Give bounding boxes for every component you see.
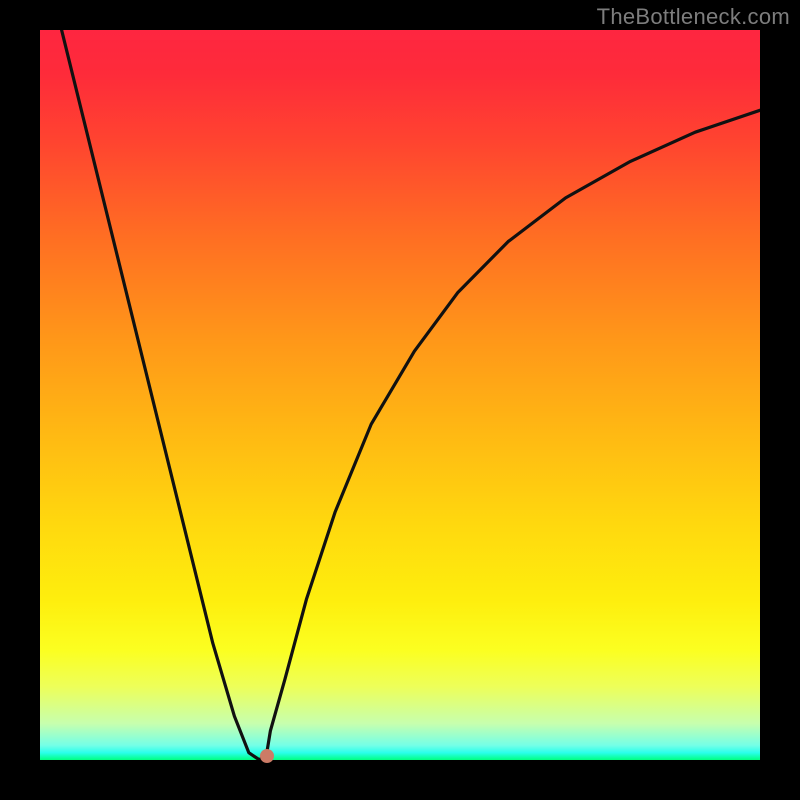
bottleneck-curve [62,30,760,760]
plot-area [40,30,760,760]
chart-container: TheBottleneck.com [0,0,800,800]
optimum-marker [260,749,274,763]
watermark-text: TheBottleneck.com [597,4,790,30]
curve-svg [40,30,760,760]
